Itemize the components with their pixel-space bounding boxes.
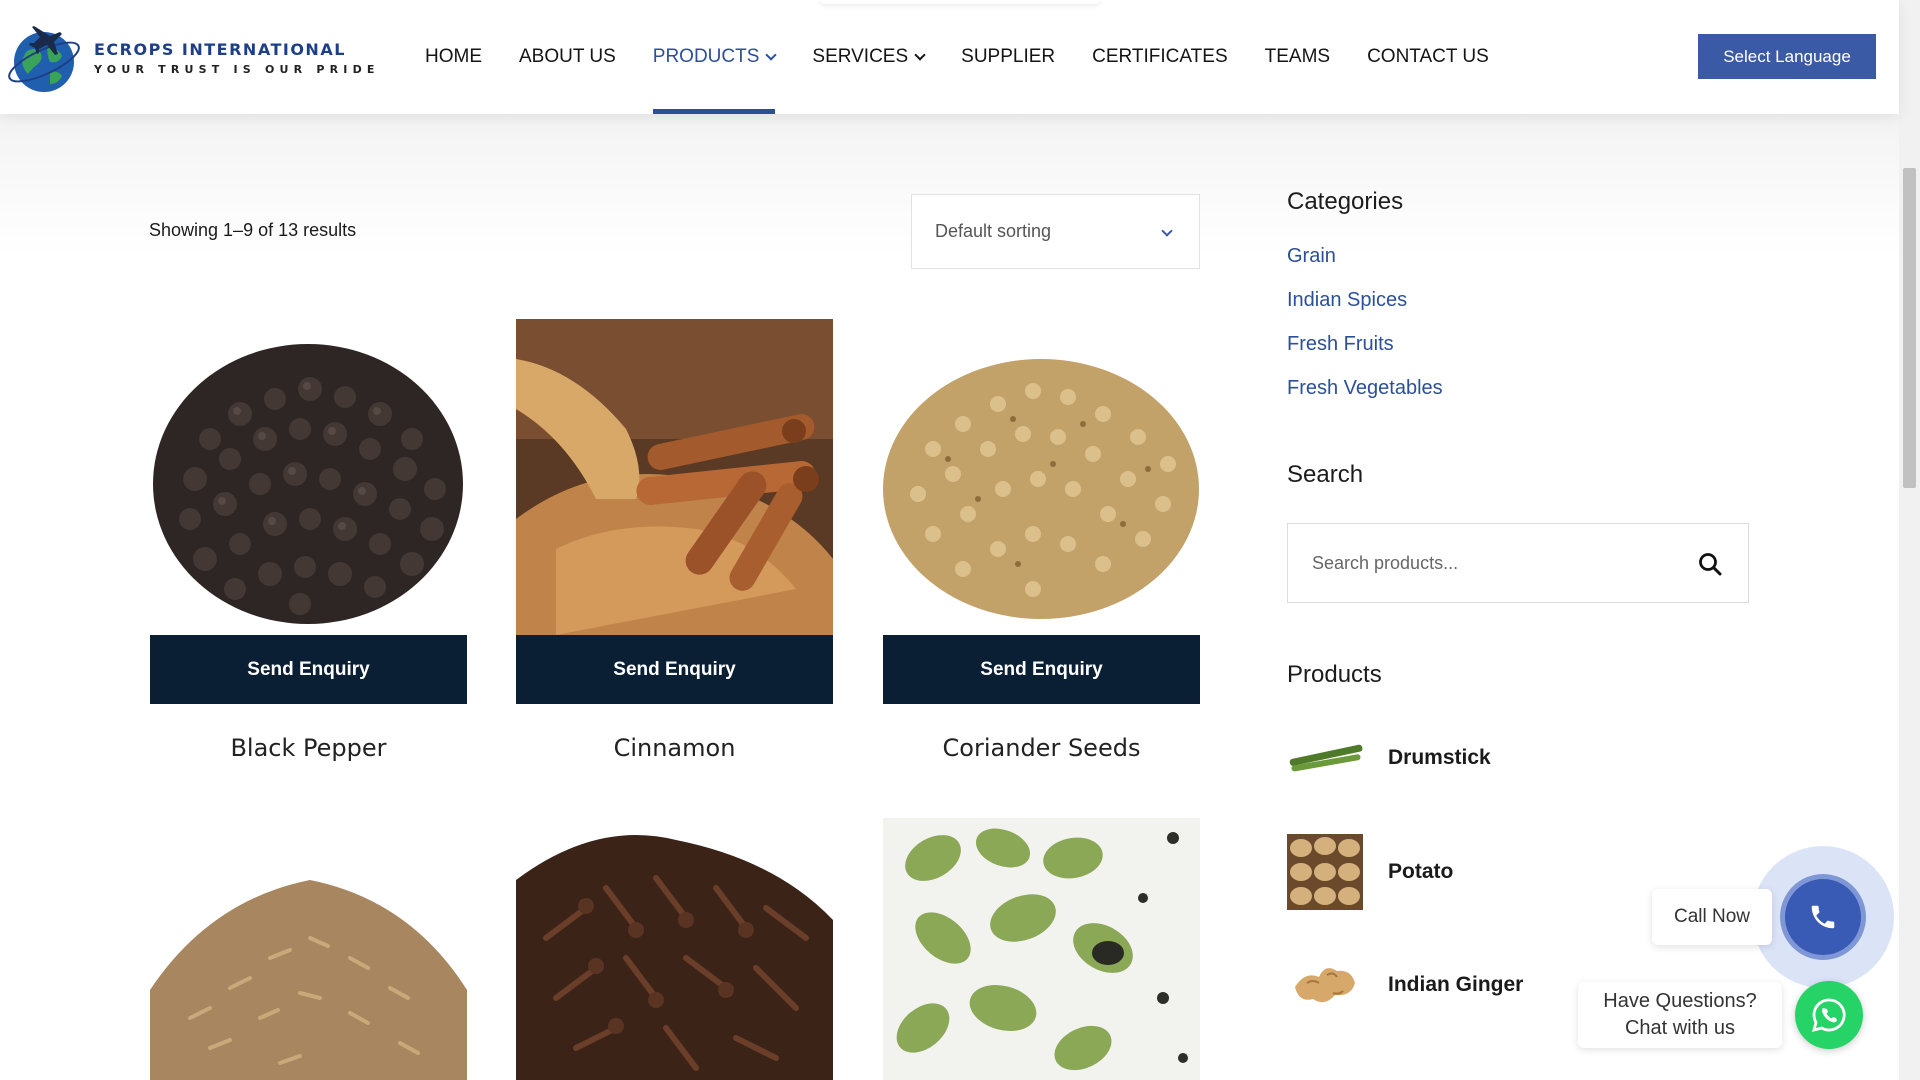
nav-supplier[interactable]: SUPPLIER: [961, 0, 1055, 114]
categories-heading: Categories: [1287, 188, 1404, 215]
whatsapp-icon: [1812, 998, 1846, 1032]
category-link-grain[interactable]: Grain: [1287, 245, 1336, 268]
site-header: ECROPS INTERNATIONAL YOUR TRUST IS OUR P…: [0, 0, 1899, 114]
product-image[interactable]: [150, 818, 467, 1080]
site-logo[interactable]: ECROPS INTERNATIONAL YOUR TRUST IS OUR P…: [4, 18, 384, 98]
send-enquiry-button[interactable]: Send Enquiry: [516, 635, 833, 704]
nav-label: CERTIFICATES: [1092, 46, 1228, 67]
sidebar-product[interactable]: Indian Ginger: [1287, 947, 1523, 1023]
chat-prompt-label[interactable]: Have Questions? Chat with us: [1578, 982, 1782, 1048]
products-heading: Products: [1287, 661, 1382, 688]
call-now-label[interactable]: Call Now: [1652, 889, 1772, 945]
search-icon[interactable]: [1698, 552, 1722, 576]
category-link-fresh-fruits[interactable]: Fresh Fruits: [1287, 333, 1394, 356]
product-card: Send Enquiry Coriander Seeds: [883, 319, 1200, 762]
product-image[interactable]: [883, 818, 1200, 1080]
chat-prompt-line1: Have Questions?: [1603, 990, 1757, 1012]
sidebar-product-name: Indian Ginger: [1388, 973, 1524, 996]
sidebar-product[interactable]: Potato: [1287, 834, 1453, 910]
product-card: Send Enquiry Cinnamon: [516, 319, 833, 762]
sidebar-product-name: Potato: [1388, 860, 1454, 883]
results-count: Showing 1–9 of 13 results: [149, 220, 357, 240]
main-nav: HOME ABOUT US PRODUCTS SERVICES SUPPLIER…: [425, 0, 1526, 114]
product-title[interactable]: Coriander Seeds: [883, 734, 1200, 762]
nav-about-us[interactable]: ABOUT US: [519, 0, 616, 114]
send-enquiry-button[interactable]: Send Enquiry: [150, 635, 467, 704]
product-image[interactable]: [150, 319, 467, 635]
nav-label: TEAMS: [1264, 46, 1331, 67]
send-enquiry-button[interactable]: Send Enquiry: [883, 635, 1200, 704]
nav-label: SUPPLIER: [961, 46, 1056, 67]
product-image[interactable]: [516, 818, 833, 1080]
nav-label: CONTACT US: [1367, 46, 1489, 67]
nav-products[interactable]: PRODUCTS: [652, 0, 778, 114]
category-link-indian-spices[interactable]: Indian Spices: [1287, 289, 1407, 312]
nav-label: SERVICES: [812, 46, 909, 67]
nav-home[interactable]: HOME: [425, 0, 482, 114]
brand-name: ECROPS INTERNATIONAL: [94, 40, 346, 59]
search-box: [1287, 523, 1749, 603]
chevron-down-icon: [765, 48, 778, 61]
scrollbar-thumb[interactable]: [1903, 168, 1916, 488]
select-language-button[interactable]: Select Language: [1698, 34, 1876, 79]
chevron-down-icon: [1161, 225, 1173, 237]
product-card: [516, 818, 833, 1080]
sort-value: Default sorting: [935, 221, 1052, 241]
product-image[interactable]: [516, 319, 833, 635]
nav-teams[interactable]: TEAMS: [1265, 0, 1330, 114]
product-card: Send Enquiry Black Pepper: [150, 319, 467, 762]
brand-tagline: YOUR TRUST IS OUR PRIDE: [94, 63, 380, 76]
search-heading: Search: [1287, 461, 1364, 488]
phone-icon: [1811, 905, 1835, 929]
product-card: [150, 818, 467, 1080]
product-image[interactable]: [883, 319, 1200, 635]
sort-dropdown[interactable]: Default sorting: [911, 194, 1200, 269]
nav-label: ABOUT US: [519, 46, 616, 67]
page-scrollbar[interactable]: [1899, 0, 1920, 1080]
sidebar-product-name: Drumstick: [1388, 746, 1491, 769]
category-link-fresh-vegetables[interactable]: Fresh Vegetables: [1287, 377, 1443, 400]
nav-certificates[interactable]: CERTIFICATES: [1092, 0, 1227, 114]
globe-plane-icon: [8, 26, 80, 92]
chevron-down-icon: [914, 48, 926, 61]
nav-label: HOME: [425, 46, 482, 67]
product-thumbnail: [1287, 947, 1363, 1023]
sidebar-product[interactable]: Drumstick: [1287, 720, 1491, 796]
nav-contact-us[interactable]: CONTACT US: [1367, 0, 1489, 114]
product-card: [883, 818, 1200, 1080]
search-input[interactable]: [1312, 552, 1692, 574]
product-title[interactable]: Black Pepper: [150, 734, 467, 762]
whatsapp-chat-button[interactable]: [1795, 981, 1863, 1049]
chat-prompt-line2: Chat with us: [1624, 1017, 1736, 1039]
product-thumbnail: [1287, 720, 1363, 796]
product-thumbnail: [1287, 834, 1363, 910]
product-title[interactable]: Cinnamon: [516, 734, 833, 762]
nav-label: PRODUCTS: [652, 46, 760, 67]
call-now-button[interactable]: [1785, 879, 1861, 955]
nav-services[interactable]: SERVICES: [812, 0, 926, 114]
